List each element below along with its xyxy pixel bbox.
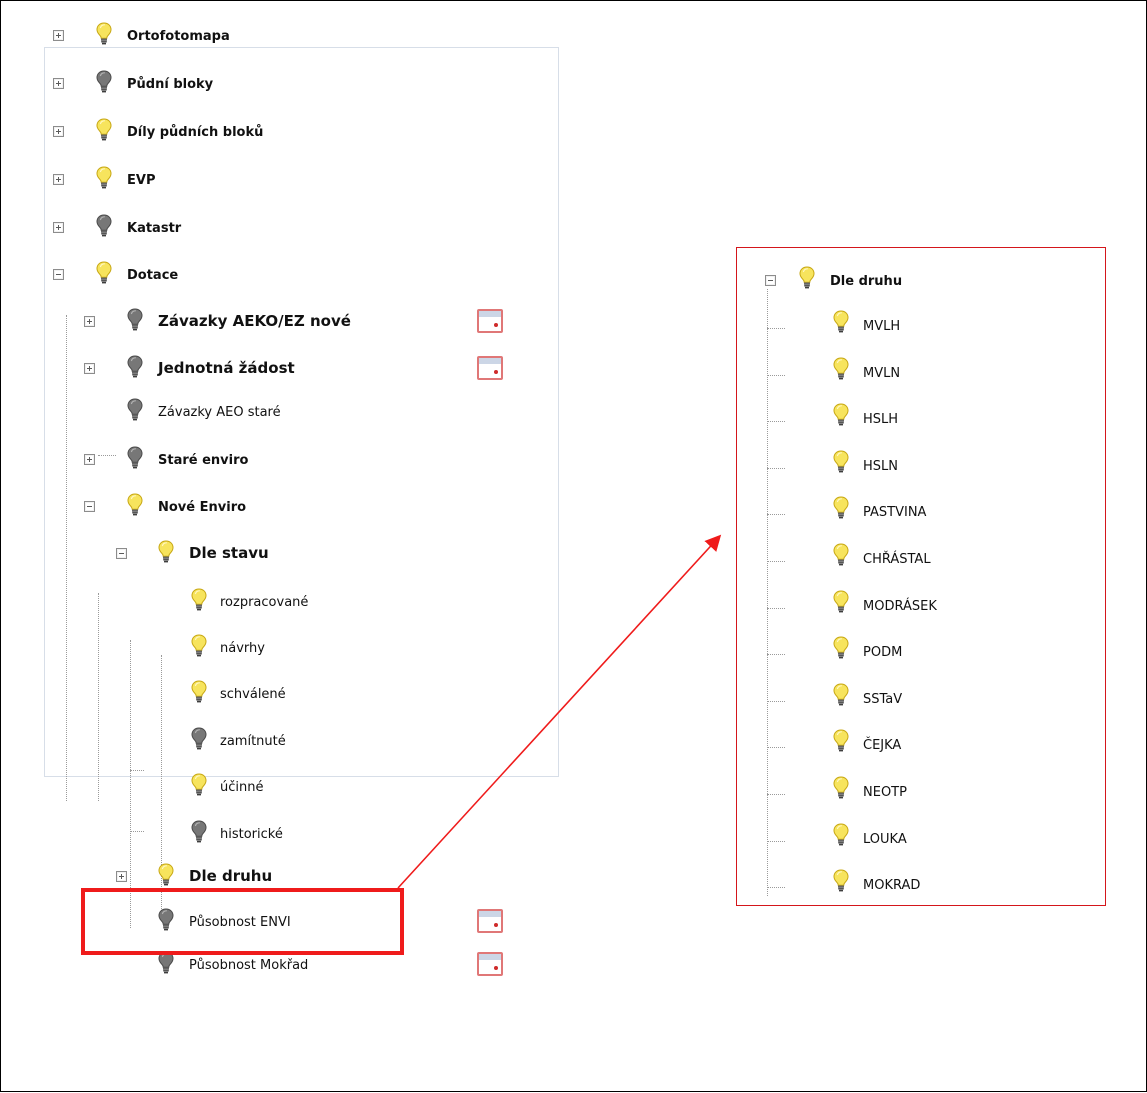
callout-arrow <box>397 534 722 889</box>
screenshot-frame: Ortofotomapa Půdní bloky Díly půdních bl… <box>0 0 1147 1092</box>
